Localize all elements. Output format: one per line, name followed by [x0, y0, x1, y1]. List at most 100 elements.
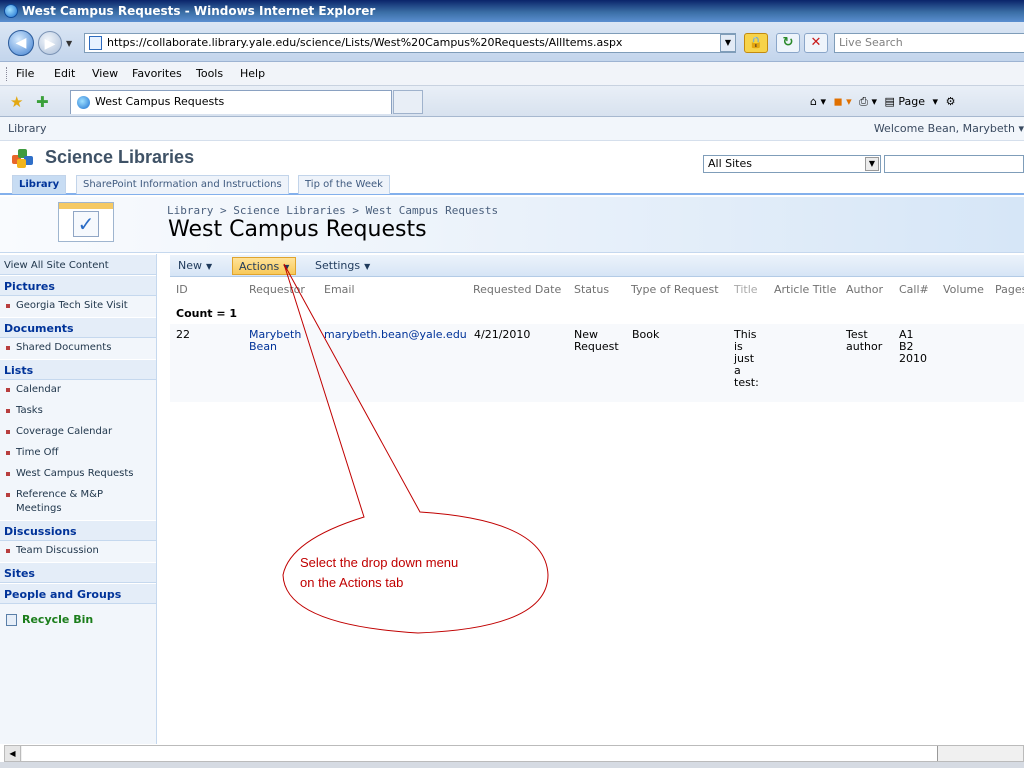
- refresh-icon[interactable]: ↻: [776, 33, 800, 53]
- column-header-email[interactable]: Email: [324, 283, 355, 296]
- actions-menu-button[interactable]: Actions ▼: [232, 257, 297, 275]
- cell-id: 22: [176, 328, 190, 341]
- tools-gear-icon[interactable]: ⚙: [946, 95, 956, 108]
- settings-menu-button[interactable]: Settings ▼: [309, 257, 376, 275]
- menu-file[interactable]: File: [16, 62, 34, 86]
- add-favorite-icon[interactable]: ✚: [36, 93, 49, 111]
- nav-item-shared-documents[interactable]: Shared Documents: [0, 338, 156, 359]
- column-header-type[interactable]: Type of Request: [631, 283, 719, 296]
- cell-requestor[interactable]: Marybeth Bean: [249, 329, 301, 353]
- page-menu-button[interactable]: ▤ Page ▾: [885, 95, 939, 108]
- new-label: New: [178, 259, 202, 272]
- call-line-3: 2010: [899, 352, 927, 365]
- nav-item-label: Tasks: [16, 405, 43, 416]
- chevron-down-icon[interactable]: ▼: [865, 157, 879, 171]
- cell-status: New Request: [574, 329, 619, 353]
- site-title[interactable]: Science Libraries: [45, 147, 194, 168]
- nav-item-tasks[interactable]: Tasks: [0, 401, 156, 422]
- welcome-text: Welcome Bean, Marybeth: [873, 122, 1015, 135]
- nav-head-people-groups[interactable]: People and Groups: [0, 583, 156, 604]
- callout-line-2: on the Actions tab: [300, 575, 404, 590]
- nav-item-reference-meetings[interactable]: Reference & M&P Meetings: [0, 485, 150, 520]
- column-header-requestor[interactable]: Requestor: [249, 283, 305, 296]
- home-icon[interactable]: ⌂ ▾: [810, 95, 826, 108]
- callout-text: Select the drop down menu on the Actions…: [300, 553, 530, 593]
- menu-tools[interactable]: Tools: [196, 62, 223, 86]
- print-icon[interactable]: ⎙ ▾: [859, 95, 877, 108]
- lock-icon[interactable]: 🔒: [744, 33, 768, 53]
- menu-edit[interactable]: Edit: [54, 62, 75, 86]
- breadcrumb[interactable]: Library > Science Libraries > West Campu…: [167, 204, 498, 217]
- new-tab-button[interactable]: [393, 90, 423, 114]
- chevron-down-icon: ▼: [206, 262, 213, 271]
- scrollbar-thumb[interactable]: [22, 746, 938, 761]
- url-text: https://collaborate.library.yale.edu/sci…: [107, 36, 623, 49]
- toolbar-grip: [6, 67, 8, 81]
- favorites-bar: ★ ✚ West Campus Requests ⌂ ▾ ◼ ▾ ⎙ ▾ ▤ P…: [0, 86, 1024, 117]
- cell-email[interactable]: marybeth.bean@yale.edu: [324, 329, 467, 341]
- recycle-bin-link[interactable]: Recycle Bin: [0, 608, 156, 632]
- nav-item-label: Time Off: [16, 447, 59, 458]
- search-scope-value: All Sites: [708, 157, 752, 170]
- view-all-site-content[interactable]: View All Site Content: [0, 254, 156, 275]
- column-header-pages[interactable]: Pages: [995, 283, 1024, 296]
- column-header-volume[interactable]: Volume: [943, 283, 984, 296]
- nav-item-team-discussion[interactable]: Team Discussion: [0, 541, 156, 562]
- nav-item-label: Reference & M&P Meetings: [16, 489, 103, 514]
- nav-head-discussions[interactable]: Discussions: [0, 520, 156, 541]
- tab-library[interactable]: Library: [12, 175, 67, 194]
- ie-logo-icon: [4, 4, 18, 18]
- forward-button[interactable]: ▶: [38, 31, 62, 55]
- column-header-status[interactable]: Status: [574, 283, 609, 296]
- nav-item-label: Georgia Tech Site Visit: [16, 300, 128, 311]
- horizontal-scrollbar[interactable]: ◀: [4, 745, 1024, 762]
- browser-tab[interactable]: West Campus Requests: [70, 90, 392, 114]
- menu-help[interactable]: Help: [240, 62, 265, 86]
- column-header-author[interactable]: Author: [846, 283, 883, 296]
- nav-head-pictures[interactable]: Pictures: [0, 275, 156, 296]
- url-field[interactable]: https://collaborate.library.yale.edu/sci…: [84, 33, 736, 53]
- stop-icon[interactable]: ✕: [804, 33, 828, 53]
- url-dropdown-icon[interactable]: ▼: [720, 34, 736, 52]
- site-search-input[interactable]: [884, 155, 1024, 173]
- nav-item-calendar[interactable]: Calendar: [0, 380, 156, 401]
- nav-head-lists[interactable]: Lists: [0, 359, 156, 380]
- column-header-title[interactable]: Title: [734, 283, 758, 296]
- welcome-menu[interactable]: Welcome Bean, Marybeth ▾: [874, 117, 1024, 141]
- tab-tip-of-week[interactable]: Tip of the Week: [298, 175, 390, 194]
- column-header-id[interactable]: ID: [176, 283, 188, 296]
- quick-launch: View All Site Content Pictures Georgia T…: [0, 254, 157, 744]
- nav-item-time-off[interactable]: Time Off: [0, 443, 156, 464]
- window-title: West Campus Requests - Windows Internet …: [22, 4, 376, 18]
- search-input[interactable]: Live Search: [834, 33, 1024, 53]
- recent-pages-dropdown-icon[interactable]: ▼: [66, 39, 72, 48]
- column-header-article-title[interactable]: Article Title: [774, 283, 836, 296]
- favorites-star-icon[interactable]: ★: [10, 93, 23, 111]
- chevron-down-icon: ▼: [364, 262, 371, 271]
- search-scope-select[interactable]: All Sites ▼: [703, 155, 881, 173]
- nav-item-label: Shared Documents: [16, 342, 112, 353]
- nav-item-west-campus-requests[interactable]: West Campus Requests: [0, 464, 156, 485]
- nav-item-georgia-tech[interactable]: Georgia Tech Site Visit: [0, 296, 156, 317]
- top-site-link[interactable]: Library: [0, 122, 46, 135]
- back-button[interactable]: ◀: [8, 30, 34, 56]
- tab-sharepoint-info[interactable]: SharePoint Information and Instructions: [76, 175, 289, 194]
- recycle-bin-icon: [6, 614, 17, 626]
- list-icon: ✓: [58, 202, 114, 242]
- cell-title[interactable]: This is just a test:: [734, 329, 759, 389]
- author-line-2: author: [846, 340, 883, 353]
- feeds-icon[interactable]: ◼ ▾: [834, 95, 852, 108]
- tab-ie-icon: [77, 96, 90, 109]
- scroll-left-icon[interactable]: ◀: [5, 746, 21, 761]
- menu-view[interactable]: View: [92, 62, 118, 86]
- column-header-requested-date[interactable]: Requested Date: [473, 283, 561, 296]
- nav-head-sites[interactable]: Sites: [0, 562, 156, 583]
- nav-head-documents[interactable]: Documents: [0, 317, 156, 338]
- chevron-down-icon: ▼: [283, 263, 290, 272]
- nav-item-coverage-calendar[interactable]: Coverage Calendar: [0, 422, 156, 443]
- column-header-call[interactable]: Call#: [899, 283, 929, 296]
- new-menu-button[interactable]: New ▼: [172, 257, 218, 275]
- site-logo-icon: [12, 149, 34, 169]
- menu-favorites[interactable]: Favorites: [132, 62, 182, 86]
- address-bar: ◀ ▶ ▼ https://collaborate.library.yale.e…: [0, 22, 1024, 62]
